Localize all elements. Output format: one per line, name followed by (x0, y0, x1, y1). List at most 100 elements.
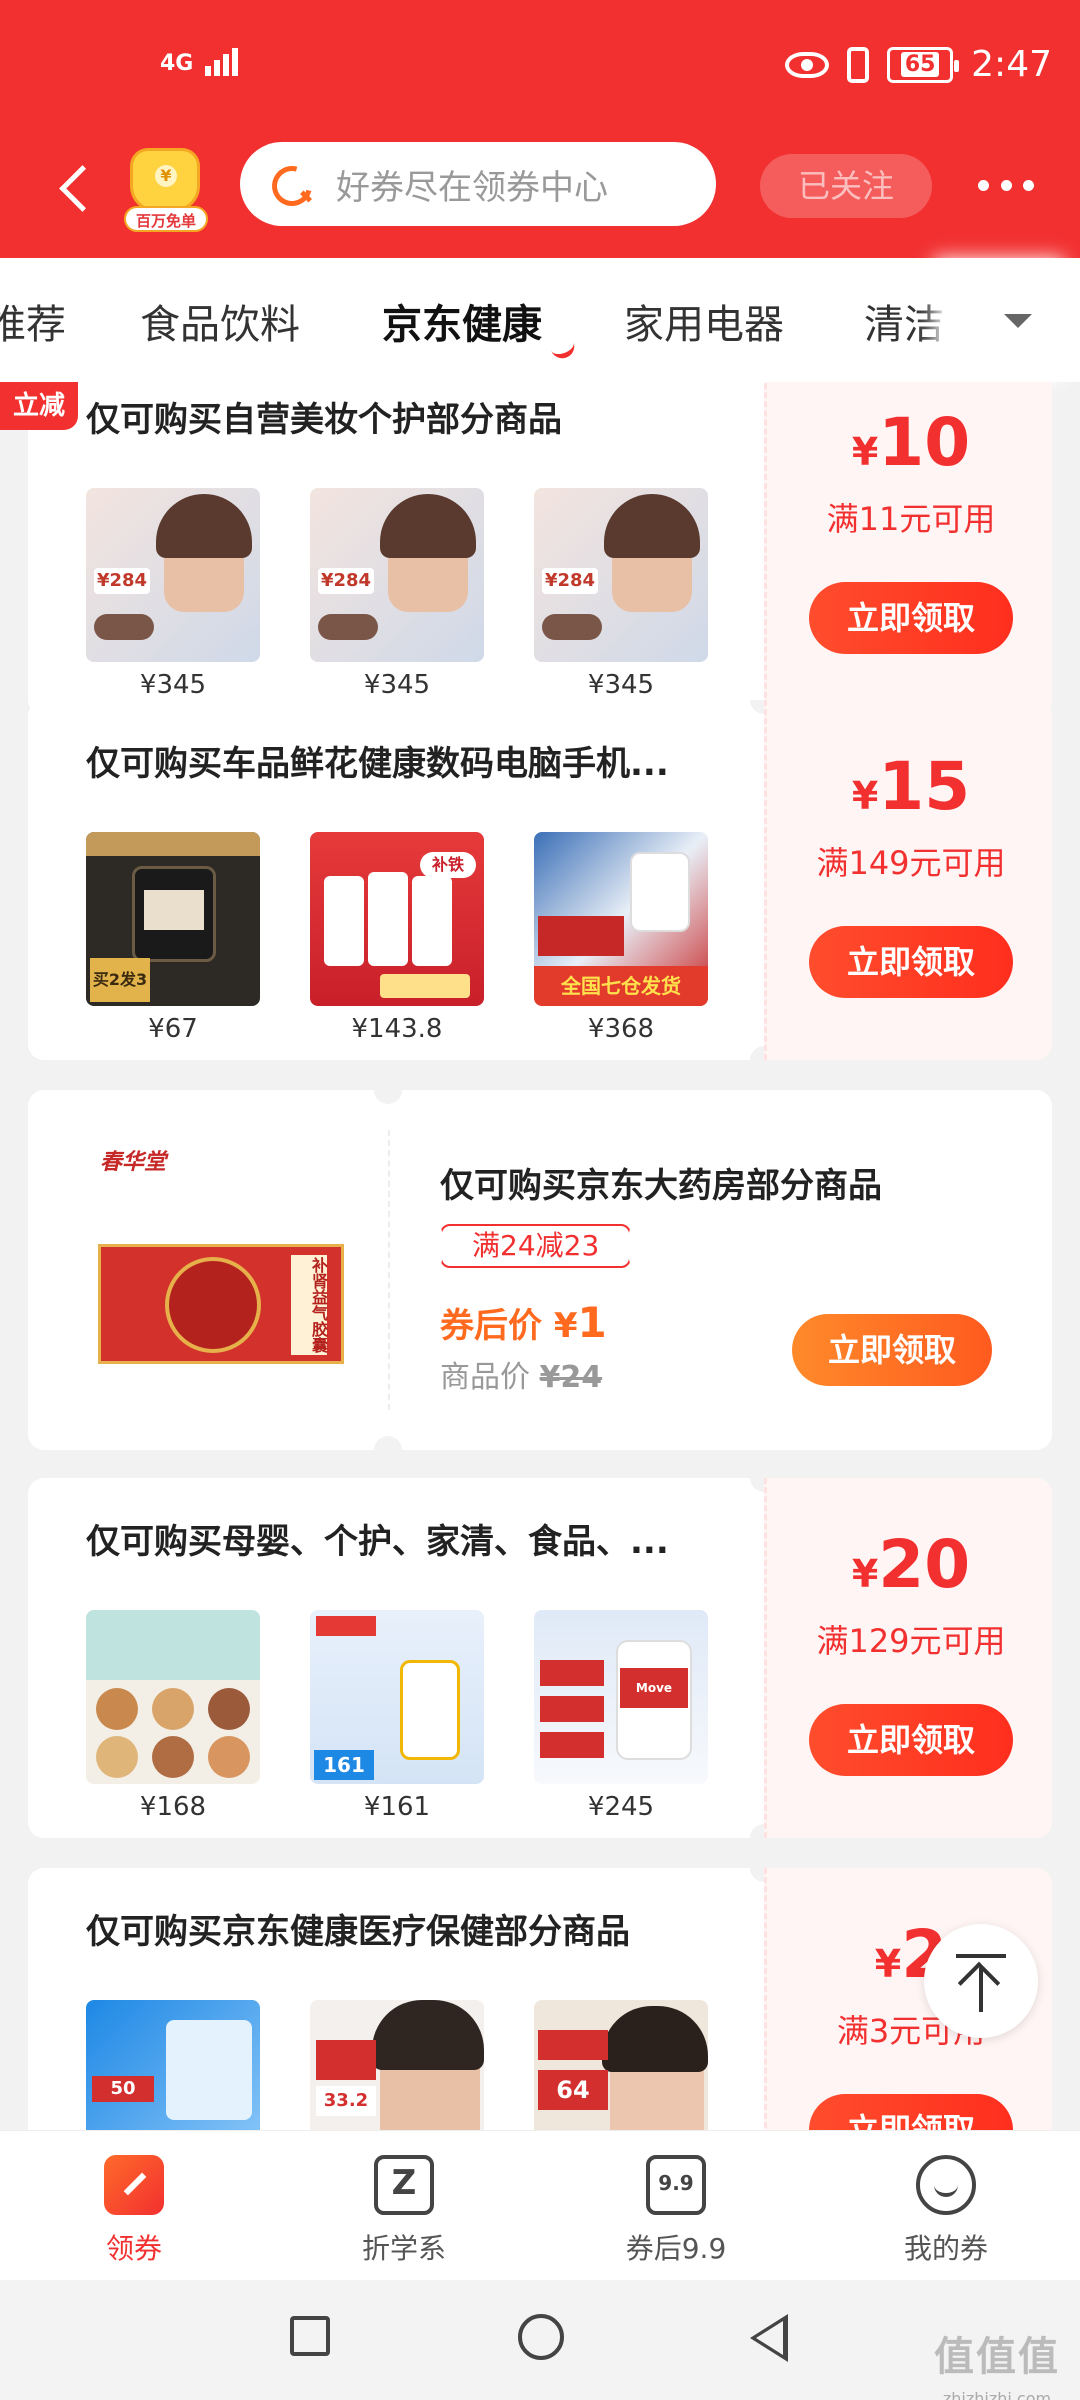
currency-symbol: ¥ (851, 774, 879, 818)
product-item[interactable]: Move Free ¥245 (534, 1610, 708, 1822)
currency-symbol: ¥ (851, 1552, 879, 1596)
claim-button[interactable]: 立即领取 (809, 2094, 1013, 2130)
chevron-down-icon[interactable] (1004, 314, 1032, 328)
product-row: ¥168 161 ¥161 Move Free ¥245 (86, 1610, 708, 1822)
nav-tab-label: 领券 (105, 2232, 162, 2265)
product-row: ¥284 ¥345 ¥284 ¥345 ¥284 ¥345 (86, 488, 708, 700)
z-icon (374, 2155, 434, 2215)
search-input[interactable]: 好券尽在领券中心 (240, 142, 716, 226)
product-item[interactable]: ¥284 ¥345 (310, 488, 484, 700)
claim-button[interactable]: 立即领取 (792, 1314, 992, 1386)
product-image: ¥284 (310, 488, 484, 662)
coupon-card: 仅可购买车品鲜花健康数码电脑手机... 买2发3 ¥67 补铁 ¥143.8 全… (28, 700, 1052, 1060)
product-price: ¥345 (363, 670, 431, 700)
vibrate-icon (847, 46, 870, 83)
product-item[interactable]: ¥168 (86, 1610, 260, 1822)
product-image-text: 50 (92, 2076, 154, 2102)
coupon-amount: ¥20 (767, 1526, 1052, 1603)
tab-recommend[interactable]: 推荐 (0, 292, 66, 350)
mascot-label: 百万免单 (124, 206, 208, 232)
home-icon[interactable] (518, 2314, 564, 2360)
product-item[interactable]: 33.2 (310, 2000, 484, 2130)
system-nav-bar: 值值值 zhizhizhi.com (0, 2280, 1080, 2400)
product-item[interactable]: 50 (86, 2000, 260, 2130)
product-image[interactable]: 春华堂 补肾益气胶囊 (68, 1110, 388, 1430)
product-price: ¥345 (587, 670, 655, 700)
product-image: 33.2 (310, 2000, 484, 2130)
coupon-amount-value: 20 (878, 1526, 971, 1603)
coupon-icon (104, 2155, 164, 2215)
yen-glyph: ¥ (155, 165, 177, 187)
watermark: 值值值 zhizhizhi.com (934, 2324, 1060, 2400)
nav-row: ¥ 百万免单 好券尽在领券中心 已关注 (0, 140, 1080, 240)
product-item[interactable]: 买2发3 ¥67 (86, 832, 260, 1044)
clock: 2:47 (971, 44, 1052, 85)
product-price: ¥161 (363, 1792, 431, 1822)
coupon-title: 仅可购买母婴、个护、家清、食品、... (86, 1522, 669, 1562)
orig-label: 商品价 (440, 1360, 530, 1395)
back-nav-icon[interactable] (750, 2314, 788, 2362)
recent-apps-icon[interactable] (290, 2316, 330, 2356)
product-image-text: 161 (314, 1750, 374, 1780)
tab-jd-health[interactable]: 京东健康 (382, 292, 542, 350)
bottom-tab-bar: 领券 折学系 券后9.9 我的券 (0, 2130, 1080, 2280)
follow-button[interactable]: 已关注 (760, 154, 932, 218)
nav-tab-label: 我的券 (903, 2232, 988, 2265)
product-image-text: 33.2 (316, 2086, 376, 2116)
claim-button[interactable]: 立即领取 (809, 1704, 1013, 1776)
original-price: 商品价 ¥24 (440, 1352, 602, 1396)
tab-food-drink[interactable]: 食品饮料 (140, 292, 300, 350)
signal-icon (205, 48, 241, 76)
claim-button[interactable]: 立即领取 (809, 582, 1013, 654)
orig-price-value: ¥24 (539, 1360, 603, 1395)
header: 4G 65 2:47 ¥ 百万免单 好券尽在领券中心 已关注 (0, 0, 1080, 258)
network-type: 4G (160, 51, 194, 76)
currency-symbol: ¥ (874, 1942, 902, 1986)
product-item[interactable]: ¥284 ¥345 (534, 488, 708, 700)
coupon-value-panel: ¥10 满11元可用 立即领取 (764, 382, 1052, 716)
nav-tab-coupons[interactable]: 领券 (54, 2155, 214, 2267)
back-to-top-icon[interactable] (924, 1924, 1038, 2038)
coupon-amount-value: 10 (878, 404, 971, 481)
product-image: 64 (534, 2000, 708, 2130)
watermark-logo: 值值值 (934, 2334, 1060, 2380)
nav-tab-my-coupons[interactable]: 我的券 (866, 2155, 1026, 2267)
coupon-title: 仅可购买京东大药房部分商品 (440, 1166, 882, 1206)
coupon-list: 立减 仅可购买自营美妆个护部分商品 ¥284 ¥345 ¥284 ¥345 ¥2… (0, 382, 1080, 2130)
more-icon[interactable] (978, 180, 1034, 194)
product-item[interactable]: ¥284 ¥345 (86, 488, 260, 700)
price-after-coupon: 券后价 ¥1 (440, 1298, 607, 1347)
free-order-mascot[interactable]: ¥ 百万免单 (124, 148, 208, 232)
nav-tab-zhexuexi[interactable]: 折学系 (324, 2155, 484, 2267)
product-item[interactable]: 64 (534, 2000, 708, 2130)
product-item[interactable]: 补铁 ¥143.8 (310, 832, 484, 1044)
product-row: 买2发3 ¥67 补铁 ¥143.8 全国七仓发货 ¥368 (86, 832, 708, 1044)
tab-appliances[interactable]: 家用电器 (624, 292, 784, 350)
nav-tab-after-coupon-9-9[interactable]: 券后9.9 (596, 2155, 756, 2267)
coupon-title: 仅可购买自营美妆个护部分商品 (86, 400, 562, 440)
coupon-amount: ¥10 (767, 404, 1052, 481)
currency-symbol: ¥ (851, 430, 879, 474)
brand-logo: 春华堂 (100, 1150, 167, 1175)
nav-tab-label: 券后9.9 (625, 2232, 727, 2265)
product-price: ¥67 (148, 1014, 198, 1044)
coupon-card: 仅可购买京东健康医疗保健部分商品 50 33.2 64 ¥2 满3元可用 立即领… (28, 1868, 1052, 2130)
product-box-text: 补肾益气胶囊 (291, 1255, 328, 1355)
product-item[interactable]: 161 ¥161 (310, 1610, 484, 1822)
coupon-value-panel: ¥15 满149元可用 立即领取 (764, 700, 1052, 1060)
back-icon[interactable] (52, 162, 92, 218)
product-image-text: 全国七仓发货 (534, 966, 708, 1006)
money-bag-icon: ¥ (130, 148, 200, 212)
search-icon (270, 164, 310, 204)
watermark-url: zhizhizhi.com (942, 2389, 1052, 2400)
after-price: 1 (577, 1298, 607, 1347)
product-item[interactable]: 全国七仓发货 ¥368 (534, 832, 708, 1044)
product-price: ¥168 (139, 1792, 207, 1822)
coupon-condition: 满129元可用 (816, 1622, 1006, 1660)
claim-button[interactable]: 立即领取 (809, 926, 1013, 998)
single-coupon-card: 春华堂 补肾益气胶囊 仅可购买京东大药房部分商品 满24减23 券后价 ¥1 商… (28, 1090, 1052, 1450)
product-image: 买2发3 (86, 832, 260, 1006)
search-placeholder: 好券尽在领券中心 (336, 167, 608, 208)
tab-cleaning[interactable]: 清洁 (864, 292, 944, 350)
product-image: 50 (86, 2000, 260, 2130)
